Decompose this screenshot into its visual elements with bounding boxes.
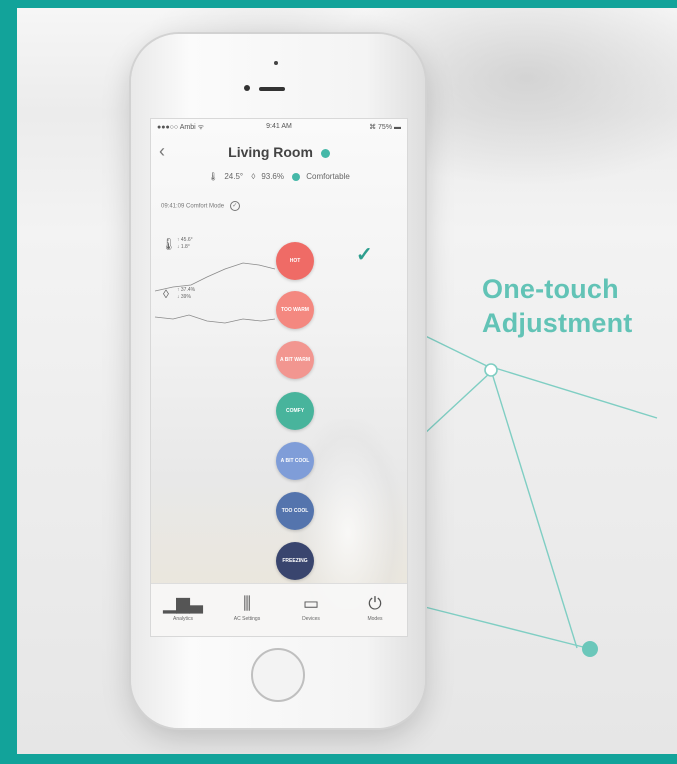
timeline-row: 09:41:09 Comfort Mode ✓ xyxy=(161,201,240,211)
tab-devices[interactable]: ▭ Devices xyxy=(279,592,343,622)
headline-line2: Adjustment xyxy=(482,308,633,338)
home-button[interactable] xyxy=(251,648,305,702)
ac-settings-icon: ⫼ xyxy=(243,594,251,613)
tab-analytics[interactable]: ▁▆▃ Analytics xyxy=(151,592,215,622)
node-filled xyxy=(582,641,598,657)
earpiece-speaker xyxy=(259,87,285,91)
room-title: Living Room xyxy=(151,144,407,160)
devices-icon: ▭ xyxy=(302,594,320,613)
tab-ac-settings[interactable]: ⫼ AC Settings xyxy=(215,592,279,622)
sensor-dot xyxy=(274,61,278,65)
tab-modes[interactable]: ⏻ Modes xyxy=(343,592,407,622)
hero-canvas: One-touch Adjustment ●●●○○ Ambi ᯤ 9:41 A… xyxy=(17,8,677,754)
mode-hot-button[interactable]: HOT xyxy=(276,242,314,280)
headline-line1: One-touch xyxy=(482,274,619,304)
mode-too-cool-button[interactable]: TOO COOL xyxy=(276,492,314,530)
power-icon: ⏻ xyxy=(368,594,382,613)
comfort-value: Comfortable xyxy=(306,172,350,181)
node-hollow xyxy=(484,363,498,377)
mode-too-warm-button[interactable]: TOO WARM xyxy=(276,291,314,329)
room-title-text: Living Room xyxy=(228,144,313,160)
mode-a-bit-cool-button[interactable]: A BIT COOL xyxy=(276,442,314,480)
phone-mockup: ●●●○○ Ambi ᯤ 9:41 AM ⌘ 75% ▬ ‹ Living Ro… xyxy=(131,34,425,728)
status-bar: ●●●○○ Ambi ᯤ 9:41 AM ⌘ 75% ▬ xyxy=(151,123,407,137)
app-screen: ●●●○○ Ambi ᯤ 9:41 AM ⌘ 75% ▬ ‹ Living Ro… xyxy=(150,118,408,637)
selection-checkmark-icon: ✓ xyxy=(356,244,373,266)
timeline-label: 09:41:09 Comfort Mode xyxy=(161,203,225,210)
analytics-icon: ▁▆▃ xyxy=(163,594,203,613)
history-sparklines xyxy=(154,262,276,324)
temperature-value: 24.5° xyxy=(224,172,244,181)
battery: ⌘ 75% ▬ xyxy=(369,124,401,131)
mode-a-bit-warm-button[interactable]: A BIT WARM xyxy=(276,341,314,379)
comfort-dot-icon xyxy=(292,172,301,181)
droplet-icon: ◊ xyxy=(251,172,256,181)
mode-freezing-button[interactable]: FREEZING xyxy=(276,542,314,580)
room-stats: 🌡 24.5° ◊ 93.6% Comfortable xyxy=(151,172,407,181)
headline: One-touch Adjustment xyxy=(482,272,633,340)
thermometer-icon: 🌡 xyxy=(208,172,219,181)
check-circle-icon[interactable]: ✓ xyxy=(229,201,240,211)
humidity-value: 93.6% xyxy=(261,172,284,181)
mode-comfy-button[interactable]: COMFY xyxy=(276,392,314,430)
status-dot-icon xyxy=(320,148,330,158)
front-camera xyxy=(244,85,250,91)
tab-bar: ▁▆▃ Analytics ⫼ AC Settings ▭ Devices ⏻ … xyxy=(151,583,407,636)
